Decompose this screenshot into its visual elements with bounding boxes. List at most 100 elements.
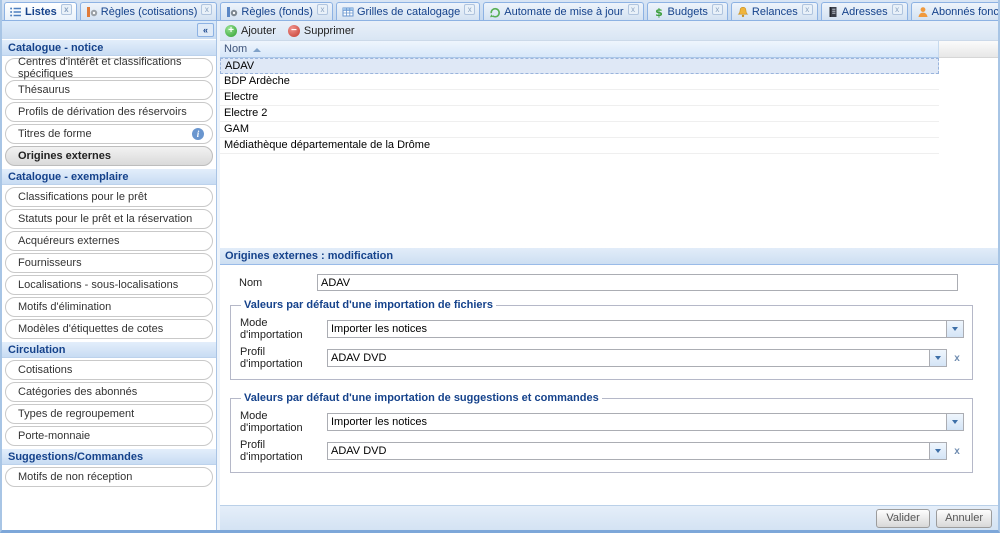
tab-close-icon[interactable]: x [317,4,328,15]
chevron-down-icon[interactable] [929,350,946,366]
column-header-nom[interactable]: Nom [220,41,939,58]
tab-label: Adresses [842,6,888,18]
sidebar-item-motifs-d-elimination[interactable]: Motifs d'élimination [5,297,213,317]
list-icon [10,6,22,18]
table-row[interactable]: ADAV [220,58,939,74]
sidebar-item-acquereurs-externes[interactable]: Acquéreurs externes [5,231,213,251]
tab-regles-cotisations[interactable]: Règles (cotisations)x [80,2,218,20]
table-row[interactable]: Electre [220,90,939,106]
tab-close-icon[interactable]: x [61,4,72,15]
sidebar-item-label: Localisations - sous-localisations [18,279,178,291]
sidebar-item-fournisseurs[interactable]: Fournisseurs [5,253,213,273]
sidebar-item-types-de-regroupement[interactable]: Types de regroupement [5,404,213,424]
sidebar-item-label: Origines externes [18,150,111,162]
grid-header: Nom [220,41,998,58]
tab-automate-de-mise-a-jour[interactable]: Automate de mise à jour x [483,2,643,20]
sidebar-item-categories-des-abonnes[interactable]: Catégories des abonnés [5,382,213,402]
sidebar-item-modeles-d-etiquettes-de-cotes[interactable]: Modèles d'étiquettes de cotes [5,319,213,339]
combo-mode-d-importation[interactable]: Importer les notices [327,413,964,431]
tab-label: Grilles de catalogage [357,6,460,18]
tab-grilles-de-catalogage[interactable]: Grilles de catalogage x [336,2,480,20]
tab-bar: ListesxRègles (cotisations)xRègles (fond… [2,0,998,21]
column-header-label: Nom [224,43,247,55]
tab-label: Listes [25,6,57,18]
delete-button[interactable]: − Supprimer [288,25,355,37]
sidebar-item-label: Fournisseurs [18,257,82,269]
add-button[interactable]: + Ajouter [225,25,276,37]
tab-label: Automate de mise à jour [504,6,623,18]
tab-relances[interactable]: Relancesx [731,2,818,20]
tab-label: Règles (cotisations) [101,6,198,18]
sidebar-item-titres-de-forme[interactable]: Titres de forme i [5,124,213,144]
tab-close-icon[interactable]: x [628,4,639,15]
sidebar-item-localisations-sous-localisations[interactable]: Localisations - sous-localisations [5,275,213,295]
combo-profil-d-importation[interactable]: ADAV DVD [327,349,947,367]
nom-input[interactable] [317,274,958,291]
add-icon: + [225,25,237,37]
clear-icon[interactable]: x [950,353,964,364]
sidebar-item-origines-externes[interactable]: Origines externes [5,146,213,166]
table-row[interactable]: BDP Ardèche [220,74,939,90]
clear-icon[interactable]: x [950,446,964,457]
sidebar-item-label: Thésaurus [18,84,70,96]
fieldset-legend: Valeurs par défaut d'une importation de … [241,392,602,404]
svg-text:$: $ [655,6,663,18]
tab-close-icon[interactable]: x [712,4,723,15]
table-row[interactable]: GAM [220,122,939,138]
tab-regles-fonds[interactable]: Règles (fonds)x [220,2,333,20]
nom-label: Nom [239,277,317,289]
address-book-icon [827,6,839,18]
sidebar-item-label: Centres d'intérêt et classifications spé… [18,56,204,80]
sidebar-item-label: Titres de forme [18,128,92,140]
sidebar-item-label: Porte-monnaie [18,430,90,442]
sidebar-item-centres-d-interet-et-classifications-specifiques[interactable]: Centres d'intérêt et classifications spé… [5,58,213,78]
tab-close-icon[interactable]: x [892,4,903,15]
sidebar-item-profils-de-derivation-des-reservoirs[interactable]: Profils de dérivation des réservoirs [5,102,213,122]
tab-close-icon[interactable]: x [201,4,212,15]
tab-adresses[interactable]: Adresses x [821,2,908,20]
sidebar-item-motifs-de-non-reception[interactable]: Motifs de non réception [5,467,213,487]
tab-close-icon[interactable]: x [802,4,813,15]
chevron-down-icon[interactable] [946,321,963,337]
rules-fonds-icon [226,6,238,18]
sidebar-item-label: Profils de dérivation des réservoirs [18,106,187,118]
combo-mode-d-importation[interactable]: Importer les notices [327,320,964,338]
validate-button[interactable]: Valider [876,509,930,528]
cancel-button[interactable]: Annuler [936,509,992,528]
grid-toolbar: + Ajouter − Supprimer [220,21,998,41]
tab-budgets[interactable]: $Budgetsx [647,2,728,20]
delete-button-label: Supprimer [304,25,355,37]
sidebar-item-label: Types de regroupement [18,408,134,420]
fieldset-valeurs-par-defaut-d-une-importation-de-fichiers: Valeurs par défaut d'une importation de … [230,299,973,380]
app-window: ListesxRègles (cotisations)xRègles (fond… [0,0,1000,533]
field-row-profil-d-importation: Profil d'importationADAV DVDx [240,346,964,370]
sidebar-section-header-catalogue-exemplaire: Catalogue - exemplaire [2,168,216,185]
sidebar-item-cotisations[interactable]: Cotisations [5,360,213,380]
tab-listes[interactable]: Listesx [4,2,77,20]
sidebar-section-header-circulation: Circulation [2,341,216,358]
tab-label: Abonnés fonctionnels [932,6,998,18]
sidebar-topbar: « [2,21,216,39]
fieldset-legend: Valeurs par défaut d'une importation de … [241,299,496,311]
combo-profil-d-importation[interactable]: ADAV DVD [327,442,947,460]
field-row-mode-d-importation: Mode d'importationImporter les notices [240,410,964,434]
info-icon[interactable]: i [192,128,204,140]
sort-ascending-icon [253,48,261,52]
table-row[interactable]: Médiathèque départementale de la Drôme [220,138,939,154]
grid: Nom ADAVBDP ArdècheElectreElectre 2GAMMé… [220,41,998,247]
sidebar-item-label: Motifs d'élimination [18,301,111,313]
sidebar-item-thesaurus[interactable]: Thésaurus [5,80,213,100]
sidebar-item-porte-monnaie[interactable]: Porte-monnaie [5,426,213,446]
add-button-label: Ajouter [241,25,276,37]
sidebar-item-statuts-pour-le-pret-et-la-reservation[interactable]: Statuts pour le prêt et la réservation [5,209,213,229]
field-label: Mode d'importation [240,410,327,434]
chevron-down-icon[interactable] [946,414,963,430]
tab-abonnes-fonctionnels[interactable]: Abonnés fonctionnelsx [911,2,998,20]
field-label: Profil d'importation [240,346,327,370]
collapse-sidebar-button[interactable]: « [197,23,214,37]
sidebar-item-classifications-pour-le-pret[interactable]: Classifications pour le prêt [5,187,213,207]
delete-icon: − [288,25,300,37]
table-row[interactable]: Electre 2 [220,106,939,122]
tab-close-icon[interactable]: x [464,4,475,15]
chevron-down-icon[interactable] [929,443,946,459]
